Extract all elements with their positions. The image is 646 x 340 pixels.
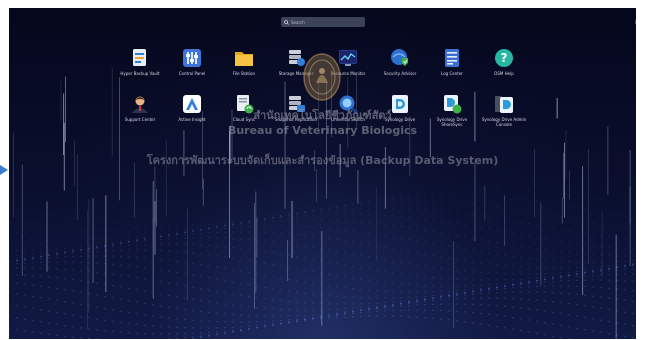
app-hyper-backup[interactable]: Hyper Backup Vault bbox=[116, 48, 164, 76]
watermark-org-thai: สำนักเทคโนโลยีชีวภัณฑ์สัตว์ bbox=[253, 109, 392, 122]
app-log-center[interactable]: Log Center bbox=[428, 48, 476, 76]
watermark-org-english: Bureau of Veterinary Biologics bbox=[227, 124, 418, 137]
app-security-advisor[interactable]: Security Advisor bbox=[376, 48, 424, 76]
edge-arrow-marker bbox=[0, 165, 8, 175]
watermark-project-title: โครงการพัฒนาระบบจัดเก็บและสำรองข้อมูล (B… bbox=[146, 154, 499, 167]
search-bar[interactable] bbox=[281, 17, 365, 27]
bureau-seal-logo bbox=[303, 53, 341, 101]
app-dsm-help[interactable]: ? DSM Help bbox=[480, 48, 528, 76]
app-label: Log Center bbox=[441, 71, 463, 76]
svg-text:?: ? bbox=[501, 51, 508, 65]
app-label: Hyper Backup Vault bbox=[120, 71, 160, 76]
app-file-station[interactable]: File Station bbox=[220, 48, 268, 76]
app-control-panel[interactable]: Control Panel bbox=[168, 48, 216, 76]
file-station-icon bbox=[235, 52, 253, 66]
app-label: DSM Help bbox=[494, 71, 514, 76]
hyper-backup-icon bbox=[133, 49, 146, 66]
app-label: File Station bbox=[232, 71, 256, 76]
app-label: Security Advisor bbox=[383, 71, 417, 76]
notification-dot bbox=[635, 18, 636, 26]
search-input[interactable] bbox=[291, 18, 361, 26]
help-icon: ? bbox=[495, 49, 513, 67]
desktop-screen: Hyper Backup Vault Control Panel File St… bbox=[9, 8, 636, 339]
search-icon bbox=[284, 19, 289, 25]
app-label: Control Panel bbox=[178, 71, 206, 76]
log-center-icon bbox=[445, 49, 459, 67]
security-advisor-icon bbox=[391, 49, 408, 66]
control-panel-icon bbox=[183, 49, 201, 67]
